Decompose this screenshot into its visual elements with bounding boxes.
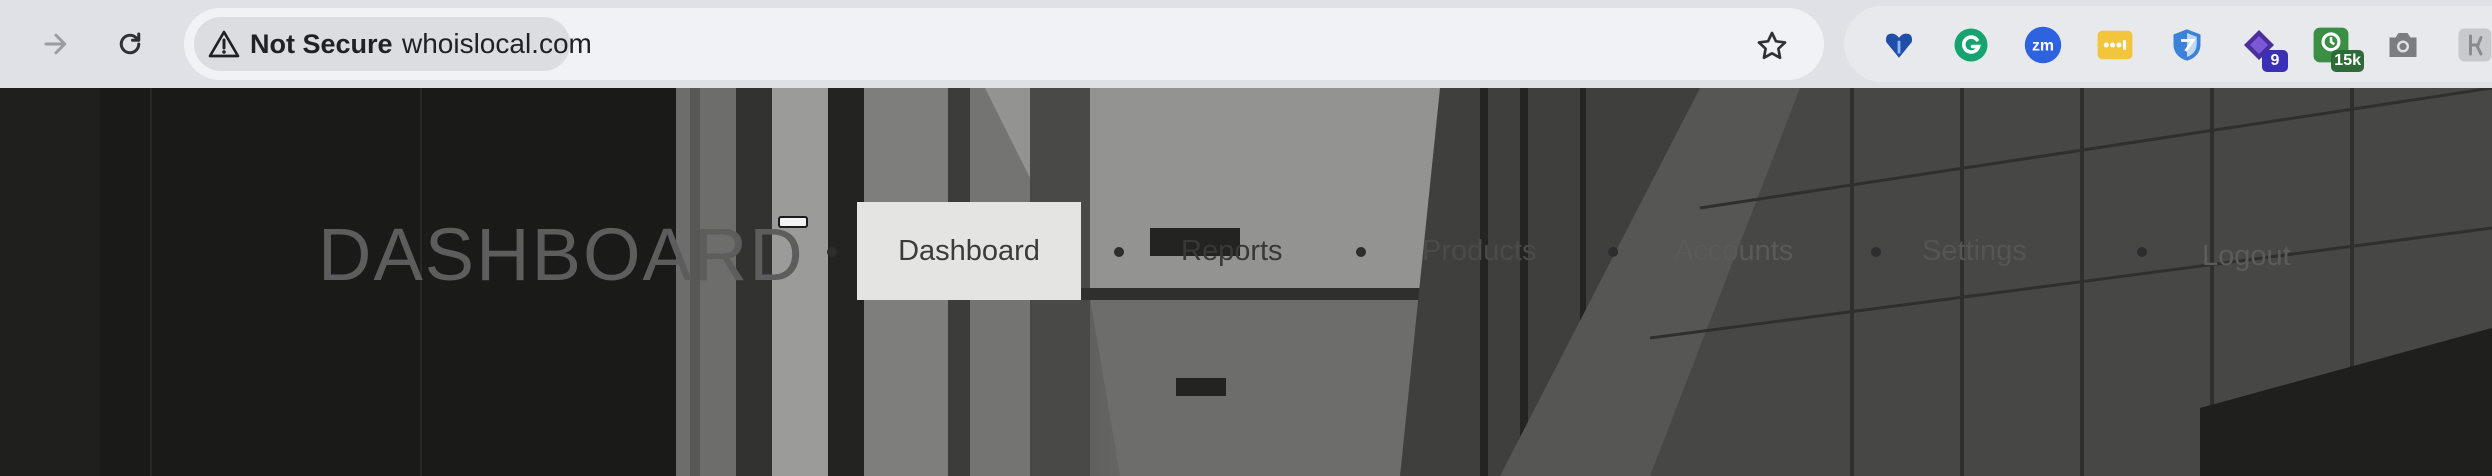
- bookmark-star-button[interactable]: [1752, 26, 1792, 66]
- extension-badge: 9: [2262, 50, 2288, 72]
- reload-button[interactable]: [104, 18, 156, 70]
- nav-dashboard[interactable]: Dashboard: [857, 202, 1081, 300]
- nav-separator-dot: [1114, 247, 1124, 257]
- forward-button[interactable]: [30, 18, 82, 70]
- green-extension-icon[interactable]: 15k: [2310, 24, 2364, 72]
- nav-separator-dot: [1871, 247, 1881, 257]
- nav-separator-dot: [2137, 247, 2147, 257]
- website-viewport: DASHBOARD Dashboard Reports Products Acc…: [0, 88, 2492, 476]
- extension-badge: 15k: [2331, 50, 2364, 72]
- warning-icon: [208, 30, 240, 58]
- nav-separator-dot: [1356, 247, 1366, 257]
- nav-separator-dot: [1608, 247, 1618, 257]
- heart-extension-icon[interactable]: [1878, 24, 1920, 66]
- nav-settings[interactable]: Settings: [1922, 235, 2027, 268]
- main-navigation: Dashboard Reports Products Accounts Sett…: [0, 88, 2492, 476]
- zoom-extension-icon[interactable]: zm: [2022, 24, 2064, 66]
- security-label: Not Secure: [250, 28, 393, 59]
- arrow-right-icon: [44, 33, 67, 55]
- extensions-bar: zm 9 15k: [1844, 6, 2492, 82]
- shield-extension-icon[interactable]: [2166, 24, 2208, 66]
- nav-logout[interactable]: Logout: [2202, 240, 2291, 273]
- grey-extension-icon[interactable]: [2454, 24, 2492, 66]
- nav-products[interactable]: Products: [1422, 235, 1536, 268]
- star-icon: [1757, 31, 1787, 60]
- nav-reports[interactable]: Reports: [1181, 235, 1283, 268]
- nav-accounts[interactable]: Accounts: [1674, 235, 1793, 268]
- address-bar[interactable]: Not Secure whoislocal.com: [184, 8, 1824, 80]
- url-text[interactable]: whoislocal.com: [402, 8, 592, 80]
- nav-separator-dot: [827, 247, 837, 257]
- reload-icon: [119, 32, 141, 55]
- camera-extension-icon[interactable]: [2382, 24, 2424, 66]
- svg-text:zm: zm: [2032, 38, 2054, 55]
- browser-toolbar: Not Secure whoislocal.com zm 9 15k: [0, 0, 2492, 88]
- diamond-extension-icon[interactable]: 9: [2238, 24, 2288, 72]
- drag-handle[interactable]: [778, 216, 808, 228]
- grammarly-extension-icon[interactable]: [1950, 24, 1992, 66]
- password-extension-icon[interactable]: [2094, 24, 2136, 66]
